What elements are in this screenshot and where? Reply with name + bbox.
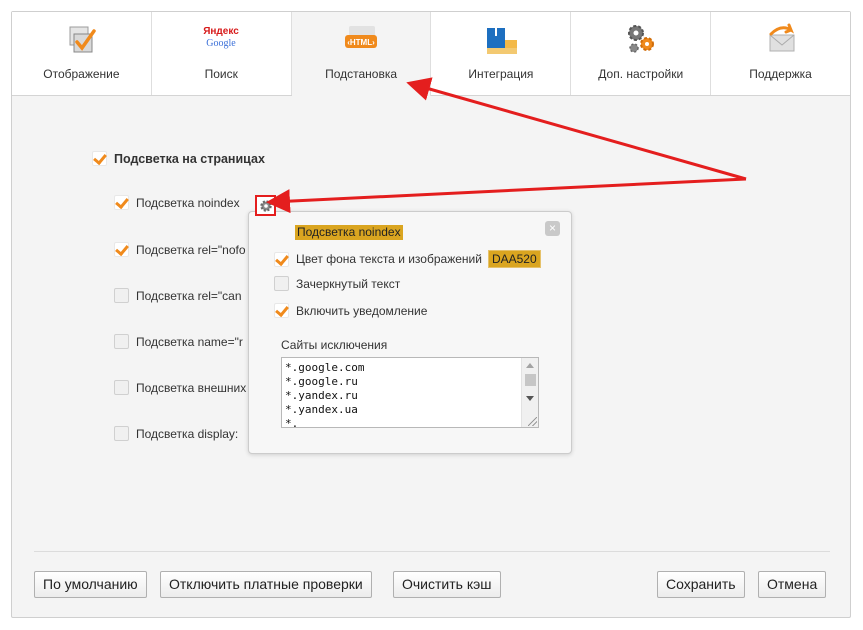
rel-nofollow-label: Подсветка rel="nofo bbox=[136, 242, 246, 257]
display-none-label: Подсветка display: bbox=[136, 426, 239, 441]
option-noindex[interactable]: Подсветка noindex bbox=[114, 195, 240, 210]
notification-option[interactable]: Включить уведомление bbox=[274, 303, 427, 318]
gears-icon bbox=[627, 25, 654, 53]
tab-extra-settings-label: Доп. настройки bbox=[598, 67, 684, 81]
bg-color-value-field[interactable]: DAA520 bbox=[487, 250, 541, 268]
tab-display[interactable]: Отображение bbox=[12, 12, 152, 95]
svg-text:Google: Google bbox=[207, 38, 237, 49]
tab-integration-label: Интеграция bbox=[468, 67, 534, 81]
footer-separator bbox=[34, 551, 830, 552]
rel-nofollow-checkbox[interactable] bbox=[114, 242, 129, 257]
highlight-on-pages-label: Подсветка на страницах bbox=[114, 151, 265, 166]
name-robots-label: Подсветка name="r bbox=[136, 334, 243, 349]
highlight-on-pages-option[interactable]: Подсветка на страницах bbox=[92, 151, 265, 166]
envelope-arrow-icon bbox=[769, 23, 795, 52]
svg-text:‹HTML›: ‹HTML› bbox=[347, 38, 375, 47]
name-robots-checkbox[interactable] bbox=[114, 334, 129, 349]
scroll-down-icon[interactable] bbox=[526, 396, 534, 401]
tab-integration[interactable]: Интеграция bbox=[431, 12, 572, 95]
option-name-robots[interactable]: Подсветка name="r bbox=[114, 334, 243, 349]
option-display-none[interactable]: Подсветка display: bbox=[114, 426, 238, 441]
notification-checkbox[interactable] bbox=[274, 303, 289, 318]
clear-cache-button[interactable]: Очистить кэш bbox=[393, 571, 501, 598]
integration-blocks-icon bbox=[486, 28, 517, 54]
bg-color-option[interactable]: Цвет фона текста и изображений DAA520 bbox=[274, 250, 541, 268]
yandex-google-icon: Яндекс Google bbox=[203, 26, 239, 49]
option-rel-nofollow[interactable]: Подсветка rel="nofo bbox=[114, 242, 246, 257]
exceptions-textarea[interactable]: *.google.com *.google.ru *.yandex.ru *.y… bbox=[281, 357, 539, 428]
cancel-button[interactable]: Отмена bbox=[758, 571, 827, 598]
highlight-on-pages-checkbox[interactable] bbox=[92, 151, 107, 166]
rel-canonical-label: Подсветка rel="can bbox=[136, 288, 242, 303]
defaults-button[interactable]: По умолчанию bbox=[34, 571, 147, 598]
bg-color-checkbox[interactable] bbox=[274, 251, 289, 267]
external-links-label: Подсветка внешних bbox=[136, 380, 247, 395]
option-external-links[interactable]: Подсветка внешних bbox=[114, 380, 246, 395]
bg-color-label: Цвет фона текста и изображений bbox=[296, 252, 482, 266]
tab-support-label: Поддержка bbox=[749, 67, 812, 81]
tab-substitution-label: Подстановка bbox=[325, 67, 398, 81]
strikethrough-label: Зачеркнутый текст bbox=[296, 276, 401, 291]
html-tag-icon: ‹HTML› bbox=[345, 26, 378, 48]
tab-search[interactable]: Яндекс Google Поиск bbox=[151, 12, 292, 95]
option-rel-canonical[interactable]: Подсветка rel="can bbox=[114, 288, 242, 303]
gear-icon bbox=[259, 199, 272, 212]
popup-title: Подсветка noindex bbox=[295, 225, 403, 240]
strikethrough-checkbox[interactable] bbox=[274, 276, 289, 291]
display-none-checkbox[interactable] bbox=[114, 426, 129, 441]
tab-search-label: Поиск bbox=[204, 67, 238, 81]
tab-bar: Отображение Яндекс Google Поиск ‹HTML› П… bbox=[12, 12, 850, 96]
tab-support[interactable]: Поддержка bbox=[711, 12, 850, 95]
settings-window: Отображение Яндекс Google Поиск ‹HTML› П… bbox=[11, 11, 851, 618]
rel-canonical-checkbox[interactable] bbox=[114, 288, 129, 303]
svg-text:Яндекс: Яндекс bbox=[203, 26, 239, 37]
save-button[interactable]: Сохранить bbox=[657, 571, 745, 598]
disable-paid-checks-button[interactable]: Отключить платные проверки bbox=[160, 571, 372, 598]
display-checkbox-icon bbox=[69, 26, 97, 53]
notification-label: Включить уведомление bbox=[296, 303, 428, 318]
close-icon[interactable]: × bbox=[545, 221, 560, 236]
noindex-checkbox[interactable] bbox=[114, 195, 129, 210]
tab-display-label: Отображение bbox=[43, 67, 120, 81]
external-links-checkbox[interactable] bbox=[114, 380, 129, 395]
tab-substitution[interactable]: ‹HTML› Подстановка bbox=[291, 12, 432, 96]
noindex-settings-popup: Подсветка noindex × Цвет фона текста и и… bbox=[248, 211, 572, 454]
tab-extra-settings[interactable]: Доп. настройки bbox=[571, 12, 712, 95]
scroll-thumb[interactable] bbox=[525, 374, 536, 386]
scroll-up-icon[interactable] bbox=[526, 363, 534, 368]
strikethrough-option[interactable]: Зачеркнутый текст bbox=[274, 276, 400, 291]
exceptions-text: *.google.com *.google.ru *.yandex.ru *.y… bbox=[285, 361, 365, 428]
resize-handle-icon[interactable] bbox=[528, 417, 537, 426]
noindex-label: Подсветка noindex bbox=[136, 195, 240, 210]
noindex-settings-gear-button[interactable] bbox=[255, 195, 276, 216]
exceptions-label: Сайты исключения bbox=[281, 338, 388, 352]
